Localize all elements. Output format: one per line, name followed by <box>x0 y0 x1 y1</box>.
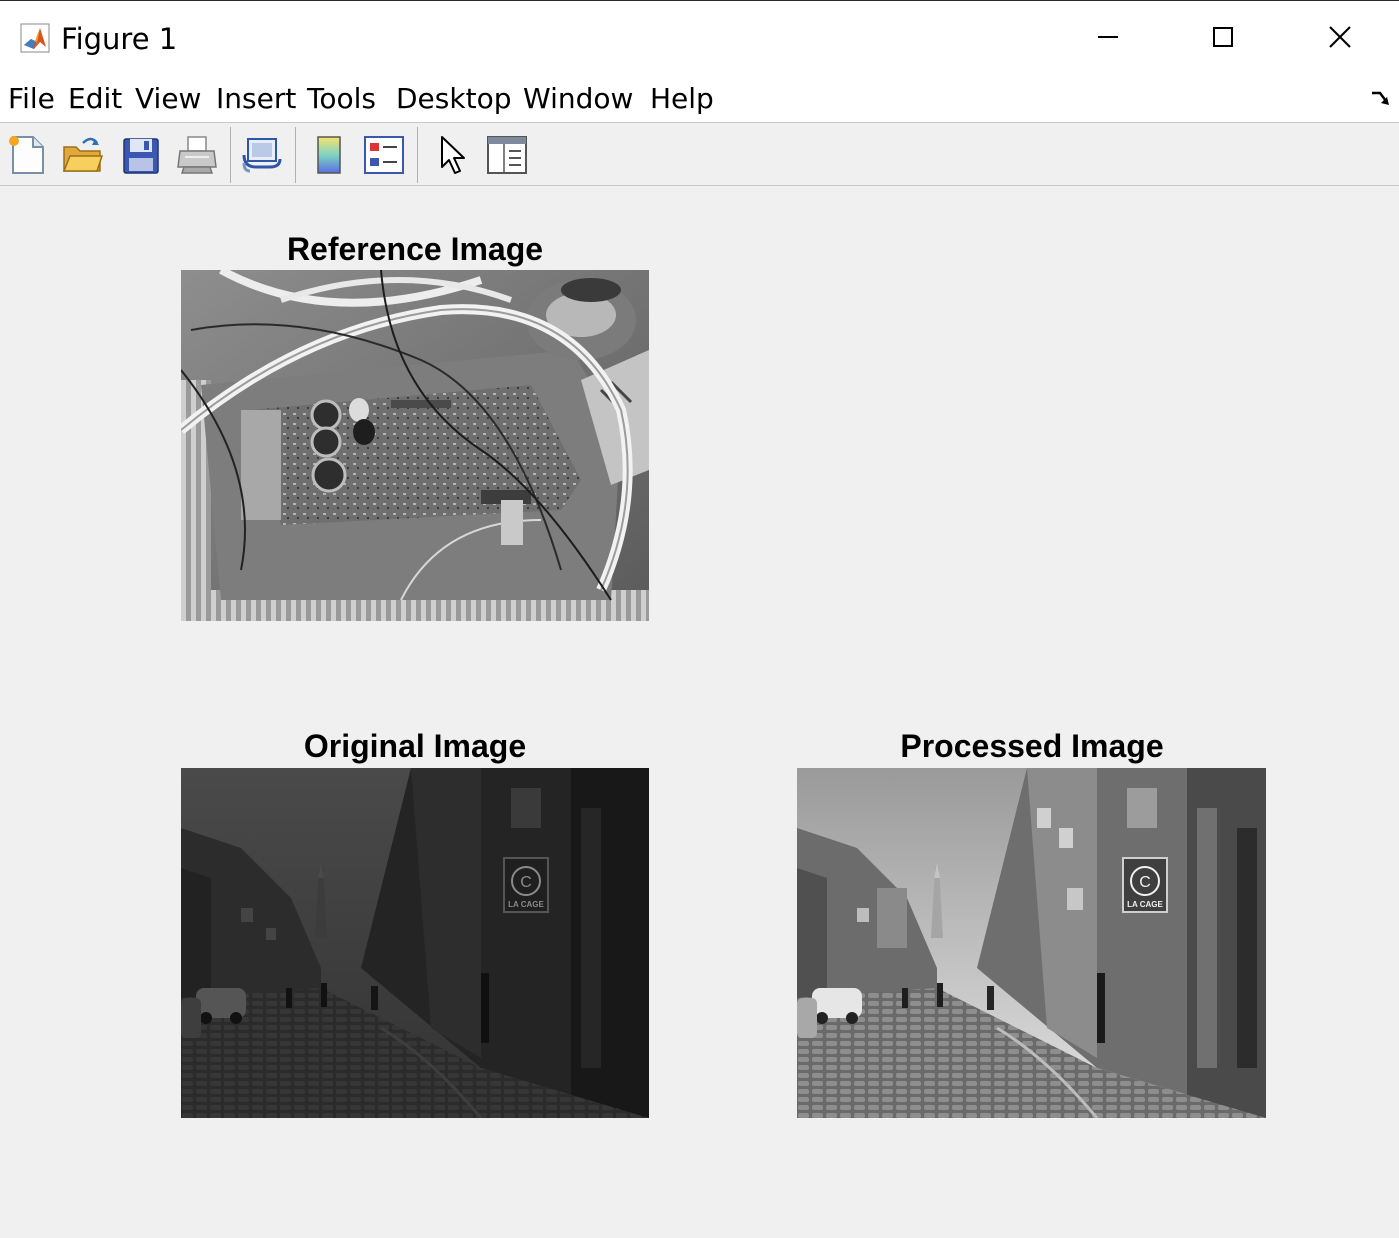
window-title: Figure 1 <box>61 22 178 56</box>
open-file-icon <box>62 137 103 172</box>
pointer-icon <box>441 136 465 174</box>
property-inspector-icon <box>487 136 527 174</box>
pointer-button[interactable] <box>432 133 474 177</box>
menu-tools[interactable]: Tools <box>307 81 376 117</box>
toolbar-separator <box>230 127 231 183</box>
menu-insert[interactable]: Insert <box>216 81 296 117</box>
sign-text: LA CAGE <box>1127 900 1163 909</box>
save-icon <box>123 138 159 174</box>
menu-file[interactable]: File <box>8 81 55 117</box>
dock-arrow-icon[interactable] <box>1370 90 1392 115</box>
original-image: C LA CAGE <box>181 768 649 1118</box>
toolbar-separator <box>417 127 418 183</box>
matlab-logo-icon <box>20 23 50 53</box>
processed-image: C LA CAGE <box>797 768 1266 1118</box>
sign-text: LA CAGE <box>508 900 544 909</box>
legend-button[interactable] <box>363 133 405 177</box>
menubar: File Edit View Insert Tools Desktop Wind… <box>0 76 1399 122</box>
close-icon <box>1329 26 1351 48</box>
sign-letter: C <box>1139 874 1151 891</box>
menu-view[interactable]: View <box>135 81 201 117</box>
menu-edit[interactable]: Edit <box>68 81 122 117</box>
menu-desktop[interactable]: Desktop <box>396 81 511 117</box>
menu-window[interactable]: Window <box>523 81 633 117</box>
close-button[interactable] <box>1316 15 1364 59</box>
minimize-icon <box>1098 36 1118 38</box>
print-icon <box>177 136 217 174</box>
colorbar-button[interactable] <box>308 133 350 177</box>
link-plot-button[interactable] <box>240 133 282 177</box>
open-file-button[interactable] <box>61 133 103 177</box>
window-titlebar: Figure 1 <box>0 0 1399 76</box>
original-image-title: Original Image <box>303 728 527 764</box>
print-button[interactable] <box>176 133 218 177</box>
maximize-button[interactable] <box>1199 15 1247 59</box>
reference-image <box>181 270 649 621</box>
save-button[interactable] <box>120 133 162 177</box>
colorbar-icon <box>317 136 341 174</box>
processed-image-title: Processed Image <box>900 728 1164 764</box>
sign-letter: C <box>520 874 532 891</box>
property-inspector-button[interactable] <box>486 133 528 177</box>
link-plot-icon <box>242 138 282 173</box>
minimize-button[interactable] <box>1084 15 1132 59</box>
maximize-icon <box>1213 27 1233 47</box>
legend-icon <box>364 136 404 174</box>
toolbar <box>0 122 1399 186</box>
toolbar-separator <box>295 127 296 183</box>
new-figure-icon <box>9 136 44 174</box>
reference-image-title: Reference Image <box>286 231 544 267</box>
new-figure-button[interactable] <box>5 133 47 177</box>
menu-help[interactable]: Help <box>650 81 714 117</box>
